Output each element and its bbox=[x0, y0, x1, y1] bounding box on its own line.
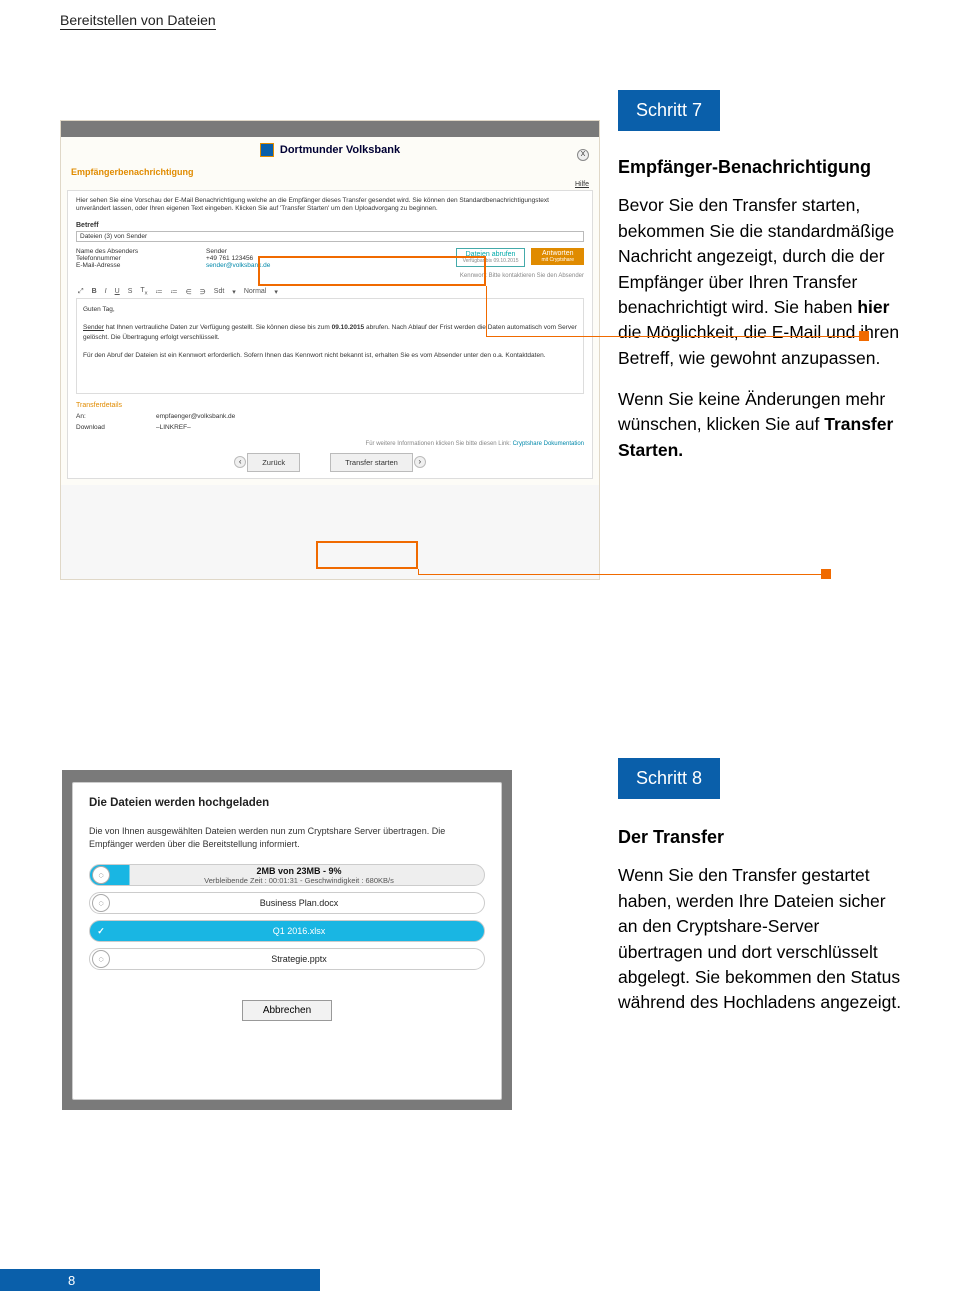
button-transfer-starten[interactable]: Transfer starten› bbox=[330, 453, 413, 472]
td-download-label: Download bbox=[76, 424, 136, 431]
connector-line-2b bbox=[418, 569, 419, 574]
upload-title: Die Dateien werden hochgeladen bbox=[89, 797, 485, 809]
input-betreff[interactable]: Dateien (3) von Sender bbox=[76, 231, 584, 242]
connector-end-1 bbox=[859, 331, 869, 341]
step8-badge: Schritt 8 bbox=[618, 758, 720, 799]
step8-p1: Wenn Sie den Transfer gestartet haben, w… bbox=[618, 863, 908, 1015]
chevron-left-icon: ‹ bbox=[234, 456, 246, 468]
step7-title: Empfänger-Benachrichtigung bbox=[618, 156, 908, 179]
screenshot-step8: Die Dateien werden hochgeladen Die von I… bbox=[62, 770, 512, 1110]
td-an-label: An: bbox=[76, 413, 136, 420]
help-link[interactable]: Hilfe bbox=[67, 181, 593, 190]
button-antworten[interactable]: Antworten mit Cryptshare bbox=[531, 248, 584, 265]
upload-desc: Die von Ihnen ausgewählten Dateien werde… bbox=[89, 825, 485, 850]
step7-badge: Schritt 7 bbox=[618, 90, 720, 131]
intro-text: Hier sehen Sie eine Vorschau der E-Mail … bbox=[76, 197, 584, 214]
step7-p1: Bevor Sie den Transfer starten, bekommen… bbox=[618, 193, 908, 371]
label-betreff: Betreff bbox=[76, 222, 584, 229]
upload-file-row-1: ◌ Business Plan.docx bbox=[89, 892, 485, 914]
connector-end-2 bbox=[821, 569, 831, 579]
check-icon: ✓ bbox=[92, 922, 110, 940]
upload-file-row-2: ✓ Q1 2016.xlsx bbox=[89, 920, 485, 942]
chevron-right-icon: › bbox=[414, 456, 426, 468]
screenshot-step7: Dortmunder Volksbank X Empfängerbenachri… bbox=[60, 120, 600, 580]
step8-title: Der Transfer bbox=[618, 826, 908, 849]
upload-progress-row: ◌ 2MB von 23MB - 9% Verbleibende Zeit : … bbox=[89, 864, 485, 886]
connector-line-1b bbox=[486, 286, 487, 336]
page-number: 8 bbox=[68, 1273, 75, 1288]
label-email: E-Mail-Adresse bbox=[76, 262, 176, 269]
email-editor[interactable]: Guten Tag, Sender hat Ihnen vertrauliche… bbox=[76, 298, 584, 394]
td-download-value: –LINKREF– bbox=[156, 424, 191, 431]
connector-line-2 bbox=[418, 574, 822, 575]
td-an-value: empfaenger@volksbank.de bbox=[156, 413, 235, 420]
spinner-icon: ◌ bbox=[92, 950, 110, 968]
label-absender-name: Name des Absenders bbox=[76, 248, 176, 255]
upload-file-row-3: ◌ Strategie.pptx bbox=[89, 948, 485, 970]
label-telefon: Telefonnummer bbox=[76, 255, 176, 262]
expand-icon[interactable]: ⤢ bbox=[76, 288, 86, 296]
step7-p2: Wenn Sie keine Änderungen mehr wünschen,… bbox=[618, 387, 908, 463]
bank-logo-icon bbox=[260, 143, 274, 157]
close-icon[interactable]: X bbox=[577, 149, 589, 161]
doc-link-line: Für weitere Informationen klicken Sie bi… bbox=[76, 441, 584, 447]
section-empfaenger: Empfängerbenachrichtigung bbox=[67, 161, 593, 181]
bank-logo: Dortmunder Volksbank bbox=[67, 139, 593, 161]
doc-link[interactable]: Cryptshare Dokumentation bbox=[513, 441, 584, 447]
highlight-email-area bbox=[258, 256, 486, 286]
editor-toolbar[interactable]: ⤢ BIUSTx ≔≔∈∋ Sdt▾ Normal▾ bbox=[76, 287, 584, 296]
value-absender-name: Sender bbox=[206, 248, 356, 255]
spinner-icon: ◌ bbox=[92, 894, 110, 912]
button-zurueck[interactable]: ‹Zurück bbox=[247, 453, 300, 472]
page-footer: 8 bbox=[0, 1269, 320, 1291]
page-header: Bereitstellen von Dateien bbox=[60, 12, 216, 30]
connector-line-1 bbox=[486, 336, 860, 337]
transferdetails-label: Transferdetails bbox=[76, 402, 584, 409]
spinner-icon: ◌ bbox=[92, 866, 110, 884]
cancel-button[interactable]: Abbrechen bbox=[242, 1000, 332, 1021]
highlight-transfer-starten bbox=[316, 541, 418, 569]
